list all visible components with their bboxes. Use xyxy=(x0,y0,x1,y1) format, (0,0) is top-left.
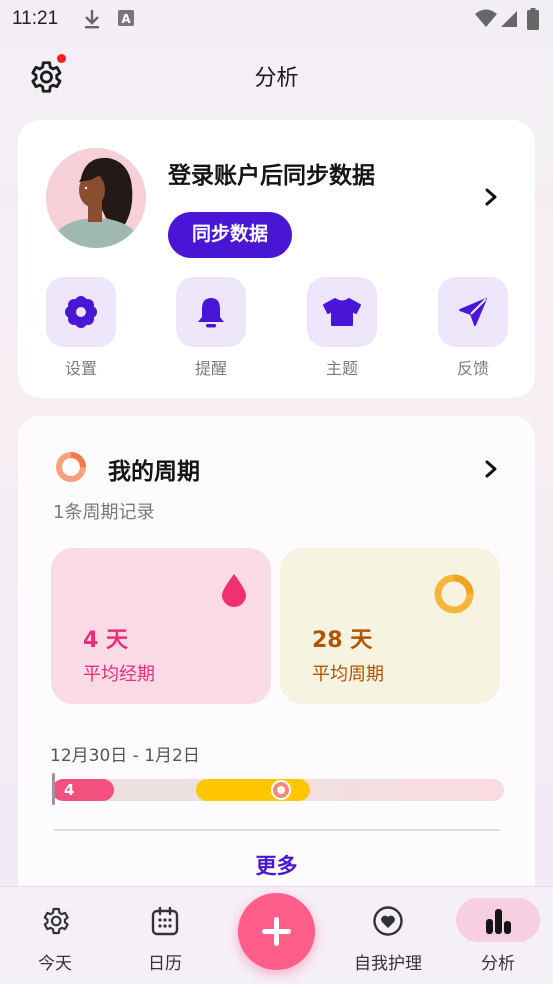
quick-action-theme[interactable]: 主题 xyxy=(306,277,378,379)
quick-action-reminder[interactable]: 提醒 xyxy=(175,277,247,379)
my-cycle-card: 我的周期 1条周期记录 4 天 平均经期 28 天 平均周期 12月30日 - … xyxy=(18,416,535,896)
quick-action-label: 设置 xyxy=(64,359,97,378)
cycle-ring-icon xyxy=(56,452,86,482)
nav-today[interactable]: 今天 xyxy=(0,887,110,984)
sync-title: 登录账户后同步数据 xyxy=(168,163,375,189)
average-period-value: 4 天 xyxy=(83,628,128,653)
chevron-right-icon[interactable] xyxy=(480,184,502,210)
average-cycle-label: 平均周期 xyxy=(312,664,384,685)
quick-action-label: 主题 xyxy=(325,359,358,378)
heart-icon xyxy=(373,906,403,936)
quick-action-settings[interactable]: 设置 xyxy=(45,277,117,379)
drop-icon xyxy=(222,574,246,607)
divider xyxy=(54,829,500,831)
quick-action-box xyxy=(176,277,246,347)
nav-calendar[interactable]: 日历 xyxy=(110,887,220,984)
status-time: 11:21 xyxy=(12,8,59,29)
nav-self-care[interactable]: 自我护理 xyxy=(333,887,443,984)
nav-label: 日历 xyxy=(148,954,182,974)
average-period-label: 平均经期 xyxy=(83,664,155,685)
cycle-ring-icon xyxy=(434,574,474,614)
add-button[interactable] xyxy=(238,893,315,970)
download-icon xyxy=(85,10,99,29)
bar-chart-icon xyxy=(486,909,511,934)
cycle-timeline: 4 xyxy=(52,779,504,801)
calendar-icon xyxy=(151,906,179,936)
wifi-icon xyxy=(475,9,497,27)
nav-label: 自我护理 xyxy=(354,954,422,974)
quick-action-label: 反馈 xyxy=(456,359,489,378)
cycle-record-count: 1条周期记录 xyxy=(53,502,155,523)
status-bar: 11:21 A xyxy=(0,0,553,38)
more-link[interactable]: 更多 xyxy=(18,850,535,880)
page-title: 分析 xyxy=(254,66,299,91)
gear-icon xyxy=(43,907,69,935)
nav-analysis[interactable]: 分析 xyxy=(443,887,553,984)
timeline-today-marker xyxy=(52,773,55,805)
profile-card: 登录账户后同步数据 同步数据 设置 提醒 主题 反馈 xyxy=(18,120,535,398)
quick-action-box xyxy=(438,277,508,347)
quick-action-label: 提醒 xyxy=(194,359,227,378)
svg-text:A: A xyxy=(121,12,131,26)
cycle-date-range: 12月30日 - 1月2日 xyxy=(50,746,200,766)
quick-action-feedback[interactable]: 反馈 xyxy=(437,277,509,379)
signal-icon xyxy=(501,11,517,27)
avatar-illustration xyxy=(46,148,146,248)
battery-icon xyxy=(527,8,539,30)
my-cycle-title: 我的周期 xyxy=(108,459,200,485)
quick-action-box xyxy=(307,277,377,347)
bell-icon xyxy=(198,298,224,328)
quick-action-box xyxy=(46,277,116,347)
send-icon xyxy=(459,298,487,326)
average-cycle-value: 28 天 xyxy=(312,628,373,653)
timeline-period-bar: 4 xyxy=(52,779,114,801)
sync-data-button[interactable]: 同步数据 xyxy=(168,212,292,258)
nav-label: 今天 xyxy=(38,954,72,974)
timeline-ovulation-marker xyxy=(271,780,291,800)
flower-gear-icon xyxy=(65,296,97,328)
chevron-right-icon[interactable] xyxy=(480,456,502,482)
timeline-fertile-window xyxy=(196,779,310,801)
plus-icon-vertical xyxy=(274,917,279,946)
average-cycle-card[interactable]: 28 天 平均周期 xyxy=(280,548,500,704)
average-period-card[interactable]: 4 天 平均经期 xyxy=(51,548,271,704)
nav-label: 分析 xyxy=(481,954,515,974)
shirt-icon xyxy=(323,298,361,326)
avatar[interactable] xyxy=(46,148,146,248)
a-icon: A xyxy=(118,10,134,26)
